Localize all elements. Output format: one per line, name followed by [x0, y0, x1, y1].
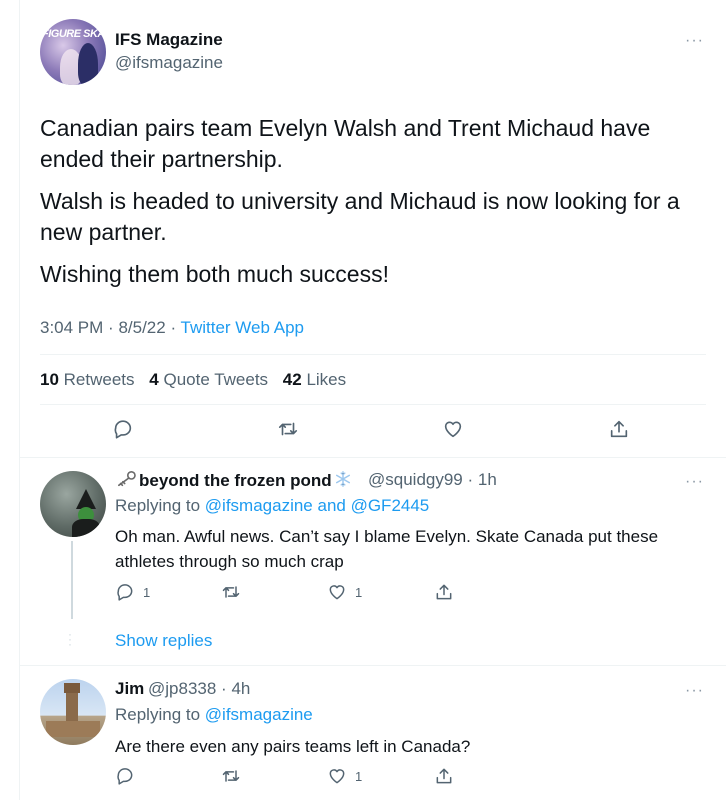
divider — [19, 457, 726, 458]
reply-text: Oh man. Awful news. Can’t say I blame Ev… — [115, 527, 659, 571]
like-action[interactable]: 1 — [327, 766, 362, 786]
retweets-stat[interactable]: 10 Retweets — [40, 370, 135, 389]
replying-to: Replying to @ifsmagazine and @GF2445 — [115, 496, 430, 515]
retweet-icon[interactable] — [276, 418, 298, 442]
reply-avatar[interactable] — [40, 679, 106, 745]
tweet-paragraph: Canadian pairs team Evelyn Walsh and Tre… — [40, 115, 651, 172]
tweet-paragraph: Walsh is headed to university and Michau… — [40, 188, 680, 245]
reply-author-meta: @squidgy99 · 1h — [368, 470, 497, 489]
author-name[interactable]: IFS Magazine — [115, 30, 223, 50]
reply-icon[interactable] — [112, 418, 134, 442]
reply-handle[interactable]: @squidgy99 — [368, 470, 463, 489]
retweet-icon — [222, 770, 240, 782]
reply-author-meta: @jp8338 · 4h — [148, 679, 251, 698]
divider — [40, 354, 706, 355]
retweet-action[interactable] — [220, 582, 250, 602]
ifs-avatar[interactable]: FIGURE SKATING — [40, 19, 106, 85]
reply-count: 1 — [143, 584, 151, 600]
share-icon — [436, 768, 452, 784]
thread-line — [71, 541, 73, 619]
share-action[interactable] — [434, 766, 454, 786]
reply-text: Are there even any pairs teams left in C… — [115, 737, 471, 756]
tweet-paragraph: Wishing them both much success! — [40, 261, 389, 287]
reply-time[interactable]: 4h — [231, 679, 250, 698]
tweet-time[interactable]: 3:04 PM — [40, 318, 103, 337]
show-replies-link[interactable]: Show replies — [115, 631, 212, 651]
tweet-date[interactable]: 8/5/22 — [118, 318, 165, 337]
like-icon — [329, 585, 345, 600]
divider — [40, 404, 706, 405]
like-count: 1 — [355, 584, 363, 600]
retweet-icon — [222, 586, 240, 598]
divider — [19, 665, 726, 666]
avatar-cover-text: FIGURE SKATING — [42, 28, 106, 40]
like-action[interactable]: 1 — [327, 582, 362, 602]
reply-icon — [117, 584, 133, 601]
reply-author-name[interactable]: beyond the frozen pond — [115, 470, 352, 493]
author-handle[interactable]: @ifsmagazine — [115, 53, 223, 73]
share-action[interactable] — [434, 582, 454, 602]
thread-dots: · · · — [68, 627, 72, 651]
retweet-action[interactable] — [220, 766, 250, 786]
replying-to: Replying to @ifsmagazine — [115, 705, 313, 724]
replying-to-link[interactable]: @ifsmagazine — [205, 705, 313, 724]
quote-tweets-stat[interactable]: 4 Quote Tweets — [149, 370, 268, 389]
more-icon[interactable]: ··· — [685, 473, 704, 491]
tweet-text: Canadian pairs team Evelyn Walsh and Tre… — [40, 113, 710, 301]
tweet-meta: 3:04 PM · 8/5/22 · Twitter Web App — [40, 318, 304, 337]
more-icon[interactable]: ··· — [685, 32, 704, 50]
tweet-stats: 10 Retweets 4 Quote Tweets 42 Likes — [40, 370, 356, 390]
more-icon[interactable]: ··· — [685, 682, 704, 700]
like-count: 1 — [355, 768, 363, 784]
reply-avatar[interactable] — [40, 471, 106, 537]
reply-author-name[interactable]: Jim — [115, 679, 144, 699]
like-icon[interactable] — [442, 418, 464, 442]
share-icon[interactable] — [608, 418, 630, 442]
key-icon — [115, 470, 137, 493]
replying-to-link[interactable]: @ifsmagazine and @GF2445 — [205, 496, 429, 515]
snowflake-icon — [334, 470, 352, 493]
reply-action[interactable] — [115, 766, 143, 786]
reply-action[interactable]: 1 — [115, 582, 150, 602]
share-icon — [436, 584, 452, 600]
likes-stat[interactable]: 42 Likes — [283, 370, 346, 389]
reply-handle[interactable]: @jp8338 — [148, 679, 216, 698]
tweet-source[interactable]: Twitter Web App — [181, 318, 304, 337]
reply-time[interactable]: 1h — [478, 470, 497, 489]
reply-icon — [117, 768, 133, 785]
like-icon — [329, 769, 345, 784]
